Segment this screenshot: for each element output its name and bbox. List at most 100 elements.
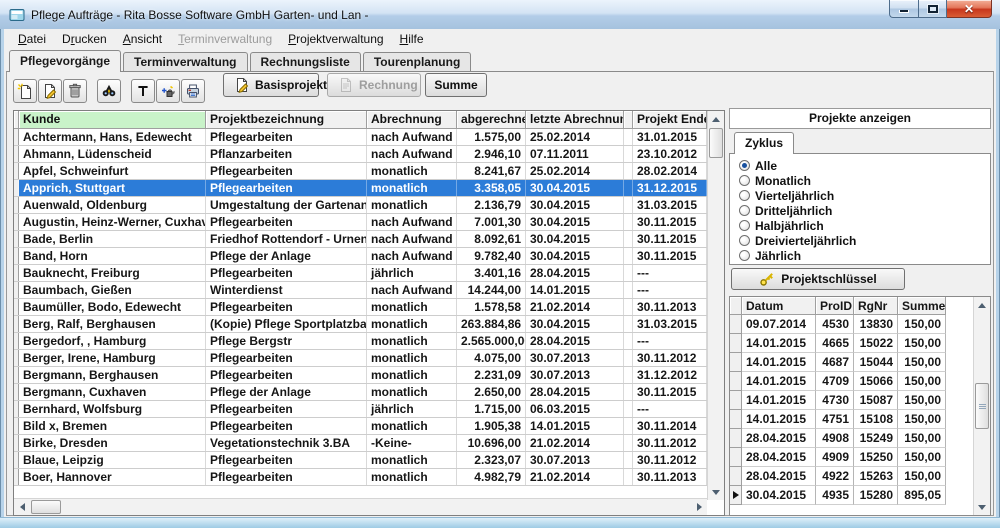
column-header-rgnr[interactable]: RgNr: [854, 297, 898, 315]
invoice-row[interactable]: 28.04.2015492215263150,00: [730, 467, 990, 486]
radio-option-jährlich[interactable]: Jährlich: [739, 248, 990, 263]
menu-item-drucken[interactable]: Drucken: [54, 30, 115, 48]
invoice-row[interactable]: 09.07.2014453013830150,00: [730, 315, 990, 334]
cell-ende: 31.01.2015: [633, 129, 707, 145]
invoice-row[interactable]: 30.04.2015493515280895,05: [730, 486, 990, 505]
cell-proid: 4909: [816, 448, 854, 467]
menu-item-projektverwaltung[interactable]: Projektverwaltung: [280, 30, 391, 48]
table-row[interactable]: Baumbach, GießenWinterdienstnach Aufwand…: [14, 282, 724, 299]
close-button[interactable]: ✕: [947, 0, 992, 18]
table-row[interactable]: Apprich, StuttgartPflegearbeitenmonatlic…: [14, 180, 724, 197]
table-row[interactable]: Berger, Irene, HamburgPflegearbeitenmona…: [14, 350, 724, 367]
table-row[interactable]: Bergedorf, , HamburgPflege Bergstrmonatl…: [14, 333, 724, 350]
radio-option-halbjährlich[interactable]: Halbjährlich: [739, 218, 990, 233]
tab-tourenplanung[interactable]: Tourenplanung: [363, 52, 471, 71]
tab-terminverwaltung[interactable]: Terminverwaltung: [123, 52, 247, 71]
new-document-button[interactable]: [13, 79, 37, 103]
rechnung-button[interactable]: Rechnung: [327, 73, 421, 97]
horizontal-scrollbar[interactable]: [14, 498, 707, 515]
table-row[interactable]: Bild x, BremenPflegearbeitenmonatlich1.9…: [14, 418, 724, 435]
table-row[interactable]: Bergmann, BerghausenPflegearbeitenmonatl…: [14, 367, 724, 384]
cell-ende: 23.10.2012: [633, 146, 707, 162]
invoice-row[interactable]: 28.04.2015490915250150,00: [730, 448, 990, 467]
summe-button[interactable]: Summe: [425, 73, 487, 97]
table-row[interactable]: Achtermann, Hans, EdewechtPflegearbeiten…: [14, 129, 724, 146]
menu-item-datei[interactable]: Datei: [10, 30, 54, 48]
column-header-datum[interactable]: Datum: [742, 297, 816, 315]
column-header-kunde[interactable]: Kunde: [19, 111, 206, 129]
radio-option-monatlich[interactable]: Monatlich: [739, 173, 990, 188]
search-button[interactable]: [97, 79, 121, 103]
table-row[interactable]: Bauknecht, FreiburgPflegearbeitenjährlic…: [14, 265, 724, 282]
vertical-scrollbar[interactable]: [707, 111, 724, 500]
tab-zyklus[interactable]: Zyklus: [734, 132, 794, 154]
minimize-button[interactable]: [889, 0, 918, 18]
table-row[interactable]: Ahmann, LüdenscheidPflanzarbeitennach Au…: [14, 146, 724, 163]
key-icon: [759, 271, 775, 287]
projektschluessel-button[interactable]: Projektschlüssel: [731, 268, 905, 290]
table-row[interactable]: Augustin, Heinz-Werner, CuxhavenPflegear…: [14, 214, 724, 231]
column-header-letzte[interactable]: letzte Abrechnung: [526, 111, 624, 129]
menu-item-terminverwaltung[interactable]: Terminverwaltung: [170, 30, 280, 48]
edit-document-button[interactable]: [38, 79, 62, 103]
table-row[interactable]: Bergmann, CuxhavenPflege der Anlagemonat…: [14, 384, 724, 401]
cell-ende: 30.11.2015: [633, 231, 707, 247]
radio-option-vierteljährlich[interactable]: Vierteljährlich: [739, 188, 990, 203]
table-row[interactable]: Bade, BerlinFriedhof Rottendorf - Urneng…: [14, 231, 724, 248]
print-button[interactable]: [181, 79, 205, 103]
scroll-down-button[interactable]: [708, 484, 724, 500]
radio-option-alle[interactable]: Alle: [739, 158, 990, 173]
column-header-betrag[interactable]: abgerechnete: [457, 111, 526, 129]
table-row[interactable]: Boer, HannoverPflegearbeitenmonatlich4.9…: [14, 469, 724, 486]
cell-rgnr: 15280: [854, 486, 898, 505]
table-row[interactable]: Berg, Ralf, Berghausen(Kopie) Pflege Spo…: [14, 316, 724, 333]
menu-item-ansicht[interactable]: Ansicht: [115, 30, 170, 48]
basisprojekt-button[interactable]: Basisprojekt: [223, 73, 319, 97]
scroll-down-button[interactable]: [974, 499, 990, 515]
column-header-projekt[interactable]: Projektbezeichnung: [206, 111, 367, 129]
tab-rechnungsliste[interactable]: Rechnungsliste: [250, 52, 361, 71]
table-row[interactable]: Blaue, LeipzigPflegearbeitenmonatlich2.3…: [14, 452, 724, 469]
scroll-left-button[interactable]: [14, 499, 30, 515]
column-header-spacer[interactable]: [624, 111, 633, 129]
table-row[interactable]: Apfel, SchweinfurtPflegearbeitenmonatlic…: [14, 163, 724, 180]
column-header-abrechnung[interactable]: Abrechnung: [367, 111, 457, 129]
scroll-thumb[interactable]: [31, 500, 61, 514]
cell-summe: 150,00: [898, 372, 946, 391]
invoice-row[interactable]: 28.04.2015490815249150,00: [730, 429, 990, 448]
column-header-ende[interactable]: Projekt Ende: [633, 111, 707, 129]
cell-projekt: Pflege der Anlage: [206, 248, 367, 264]
cell-abrechnung: nach Aufwand: [367, 146, 457, 162]
scroll-right-button[interactable]: [691, 499, 707, 515]
menu-item-hilfe[interactable]: Hilfe: [392, 30, 432, 48]
watering-can-button[interactable]: [156, 79, 180, 103]
table-row[interactable]: Birke, DresdenVegetationstechnik 3.BA-Ke…: [14, 435, 724, 452]
radio-option-dritteljährlich[interactable]: Dritteljährlich: [739, 203, 990, 218]
invoice-row[interactable]: 14.01.2015468715044150,00: [730, 353, 990, 372]
cell-spacer: [624, 299, 633, 315]
invoice-row[interactable]: 14.01.2015475115108150,00: [730, 410, 990, 429]
scroll-up-button[interactable]: [974, 297, 990, 313]
radio-option-dreivierteljährlich[interactable]: Dreivierteljährlich: [739, 233, 990, 248]
invoice-row[interactable]: 14.01.2015466515022150,00: [730, 334, 990, 353]
table-row[interactable]: Auenwald, OldenburgUmgestaltung der Gart…: [14, 197, 724, 214]
cell-rgnr: 15263: [854, 467, 898, 486]
invoice-row[interactable]: 14.01.2015473015087150,00: [730, 391, 990, 410]
table-row[interactable]: Bernhard, WolfsburgPflegearbeitenjährlic…: [14, 401, 724, 418]
column-header-summe[interactable]: Summe: [898, 297, 946, 315]
tab-pflegevorgänge[interactable]: Pflegevorgänge: [9, 50, 121, 72]
maximize-button[interactable]: [918, 0, 947, 18]
table-row[interactable]: Band, HornPflege der Anlagenach Aufwand9…: [14, 248, 724, 265]
scroll-up-button[interactable]: [708, 111, 724, 127]
scroll-thumb[interactable]: [709, 128, 723, 158]
column-header-proid[interactable]: ProID: [816, 297, 854, 315]
delete-button[interactable]: [63, 79, 87, 103]
text-button[interactable]: [131, 79, 155, 103]
radio-label: Dreivierteljährlich: [755, 234, 856, 248]
cell-letzte: 30.07.2013: [526, 350, 624, 366]
table-row[interactable]: Baumüller, Bodo, EdewechtPflegearbeitenm…: [14, 299, 724, 316]
vertical-scrollbar[interactable]: [973, 297, 990, 515]
scroll-thumb[interactable]: [975, 383, 989, 429]
cell-kunde: Berger, Irene, Hamburg: [19, 350, 206, 366]
invoice-row[interactable]: 14.01.2015470915066150,00: [730, 372, 990, 391]
